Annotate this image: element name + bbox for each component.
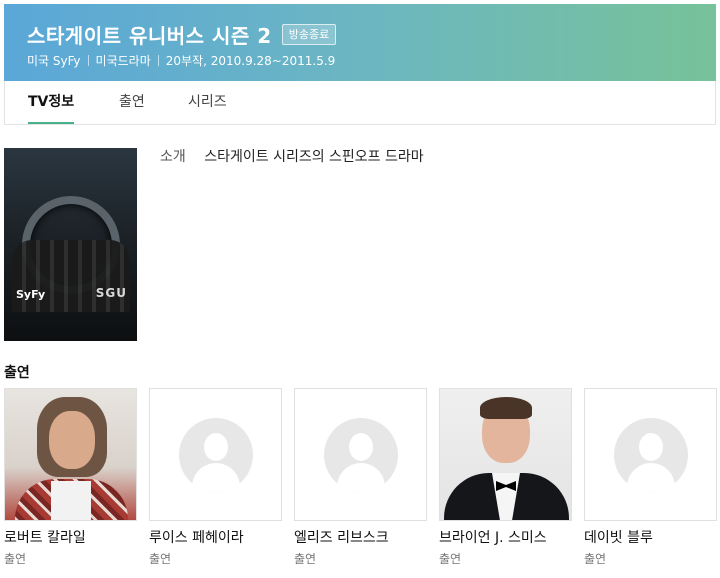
cast-photo[interactable] [149, 388, 282, 521]
cast-card[interactable]: 루이스 페헤이라 출연 [149, 388, 282, 567]
person-placeholder-icon [179, 418, 253, 492]
meta-episodes-dates: 20부작, 2010.9.28~2011.5.9 [165, 54, 336, 68]
ph-body [627, 463, 675, 492]
p1-face [49, 411, 95, 469]
cast-role: 출연 [149, 552, 172, 566]
poster-channel-logo: SyFy [16, 288, 46, 301]
ph-head [349, 433, 373, 461]
cast-photo[interactable] [4, 388, 137, 521]
tab-tv-info[interactable]: TV정보 [28, 81, 75, 124]
program-title: 스타게이트 유니버스 시즌 2 [27, 24, 272, 48]
program-meta: 미국 SyFy 미국드라마 20부작, 2010.9.28~2011.5.9 [27, 52, 335, 69]
cast-role: 출연 [4, 552, 27, 566]
cast-photo[interactable] [439, 388, 572, 521]
person-placeholder-icon [614, 418, 688, 492]
broadcast-status-badge: 방송종료 [281, 24, 337, 45]
intro-label: 소개 [160, 149, 186, 165]
cast-role: 출연 [439, 552, 462, 566]
meta-divider [87, 55, 89, 66]
meta-country-channel: 미국 SyFy [27, 54, 81, 68]
poster-show-logo: SGU [95, 286, 127, 300]
cast-name[interactable]: 로버트 칼라일 [4, 527, 137, 547]
cast-role: 출연 [294, 552, 317, 566]
tab-bar: TV정보 출연 시리즈 [4, 81, 716, 125]
cast-card[interactable]: 엘리즈 리브스크 출연 [294, 388, 427, 567]
title-row: 스타게이트 유니버스 시즌 2 방송종료 [27, 20, 337, 49]
ph-head [204, 433, 228, 461]
cast-name[interactable]: 루이스 페헤이라 [149, 527, 282, 547]
cast-section-title: 출연 [4, 365, 30, 381]
intro-text: 스타게이트 시리즈의 스핀오프 드라마 [204, 149, 424, 165]
cast-name[interactable]: 엘리즈 리브스크 [294, 527, 427, 547]
cast-card[interactable]: 브라이언 J. 스미스 출연 [439, 388, 572, 567]
cast-photo[interactable] [584, 388, 717, 521]
ph-head [639, 433, 663, 461]
cast-photo[interactable] [294, 388, 427, 521]
poster-cast-art [12, 240, 130, 312]
cast-name[interactable]: 브라이언 J. 스미스 [439, 527, 572, 547]
meta-genre: 미국드라마 [95, 54, 151, 68]
p1-tee [51, 481, 91, 520]
cast-card[interactable]: 로버트 칼라일 출연 [4, 388, 137, 567]
person-placeholder-icon [324, 418, 398, 492]
tab-series[interactable]: 시리즈 [188, 81, 227, 124]
program-header: 스타게이트 유니버스 시즌 2 방송종료 미국 SyFy 미국드라마 20부작,… [4, 4, 716, 81]
tab-cast[interactable]: 출연 [119, 81, 145, 124]
meta-divider [157, 55, 159, 66]
ph-body [192, 463, 240, 492]
ph-body [337, 463, 385, 492]
cast-card[interactable]: 데이빗 블루 출연 [584, 388, 717, 567]
cast-role: 출연 [584, 552, 607, 566]
program-poster[interactable]: SyFy SGU [4, 148, 137, 341]
program-intro: 소개 스타게이트 시리즈의 스핀오프 드라마 [160, 146, 424, 166]
cast-name[interactable]: 데이빗 블루 [584, 527, 717, 547]
p4-hair [480, 397, 532, 419]
